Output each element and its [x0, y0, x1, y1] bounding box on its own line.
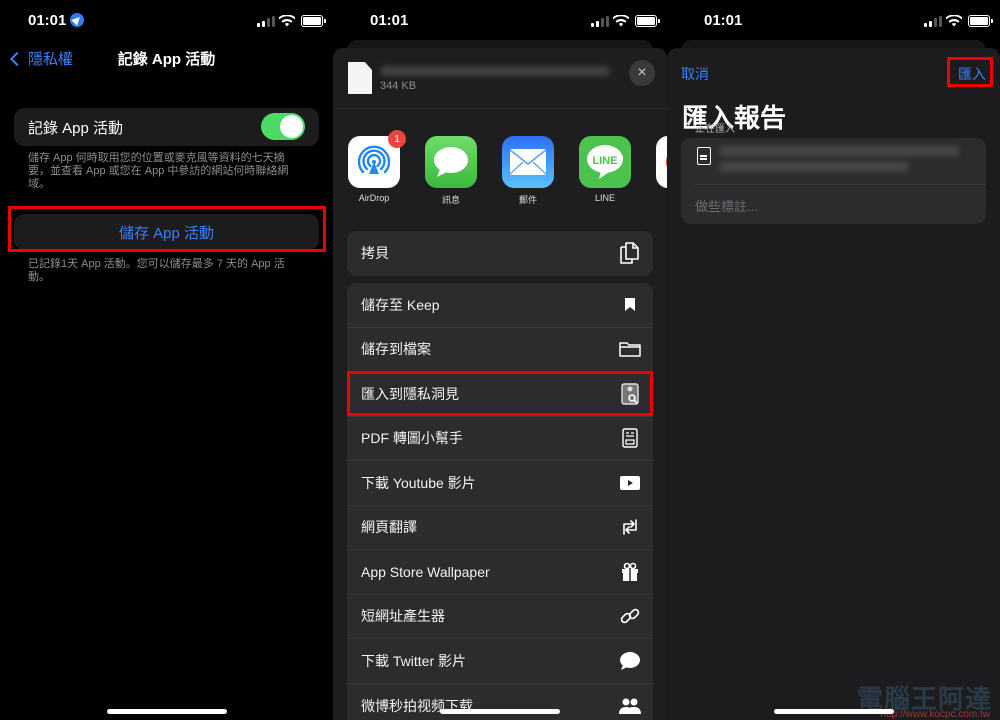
signal-icon: [257, 16, 275, 27]
app-label: 訊息: [441, 195, 460, 205]
app-label: C: [656, 193, 667, 203]
share-app-mail[interactable]: 郵件: [502, 136, 554, 206]
blurred-filename: [380, 66, 610, 76]
close-button[interactable]: ×: [629, 60, 655, 86]
action-label: 下載 Youtube 影片: [361, 474, 476, 491]
document-icon: [697, 147, 711, 165]
home-indicator: [106, 709, 227, 714]
note-field[interactable]: 做些標註...: [695, 196, 758, 215]
action-label: 下載 Twitter 影片: [361, 652, 467, 669]
wifi-icon: [279, 15, 295, 27]
action-label: 匯入到隱私洞見: [361, 385, 459, 402]
action-short-url[interactable]: 短網址產生器: [347, 595, 653, 639]
folder-icon: [619, 338, 641, 360]
line-icon: LINE: [579, 136, 631, 188]
actions-group: 儲存至 Keep 儲存到檔案 匯入到隱私洞見 PDF 轉圖小幫手 下載 Yout…: [347, 283, 653, 720]
bookmark-icon: [619, 294, 641, 316]
action-pdf-to-image[interactable]: PDF 轉圖小幫手: [347, 417, 653, 461]
action-label: App Store Wallpaper: [361, 563, 490, 580]
battery-icon: [301, 15, 326, 27]
privacy-insights-icon: [619, 383, 641, 405]
home-indicator: [440, 709, 560, 714]
line-icon-text: LINE: [592, 155, 617, 167]
status-bar: 01:01: [333, 10, 667, 32]
status-time: 01:01: [28, 12, 85, 29]
action-save-to-keep[interactable]: 儲存至 Keep: [347, 283, 653, 328]
description-text: 儲存 App 何時取用您的位置或麥克風等資料的七天摘要，並查看 App 或您在 …: [28, 152, 289, 190]
action-import-privacy-insights[interactable]: 匯入到隱私洞見: [347, 372, 653, 417]
divider: [333, 108, 667, 109]
battery-icon: [635, 15, 660, 27]
toggle-label: 記錄 App 活動: [28, 119, 124, 137]
status-time: 01:01: [704, 12, 743, 29]
app-label: AirDrop: [358, 193, 390, 203]
watermark-url: http://www.kocpc.com.tw: [880, 709, 990, 720]
chrome-icon: [656, 136, 667, 188]
action-label: 儲存到檔案: [361, 341, 431, 358]
signal-icon: [924, 16, 942, 27]
status-time: 01:01: [370, 12, 409, 29]
section-label: 正在匯入: [695, 124, 735, 135]
airdrop-icon: 1: [348, 130, 406, 188]
action-label: 短網址產生器: [361, 608, 445, 625]
status-bar: 01:01: [667, 10, 1000, 32]
home-indicator: [773, 709, 894, 714]
mail-icon: [502, 136, 554, 188]
action-save-to-files[interactable]: 儲存到檔案: [347, 328, 653, 372]
close-icon: ×: [637, 64, 647, 81]
file-size: 344 KB: [380, 80, 417, 92]
copy-group: 拷貝: [347, 231, 653, 276]
share-app-chrome[interactable]: C: [656, 136, 667, 203]
action-download-youtube[interactable]: 下載 Youtube 影片: [347, 461, 653, 506]
share-app-messages[interactable]: 訊息: [425, 136, 477, 206]
action-web-translate[interactable]: 網頁翻譯: [347, 506, 653, 550]
action-label: 儲存至 Keep: [361, 296, 440, 313]
location-icon: [70, 13, 85, 27]
link-icon: [619, 605, 641, 627]
import-button[interactable]: 匯入: [958, 64, 986, 84]
app-share-row: 1 AirDrop 訊息 郵件 LINE LINE C: [348, 130, 667, 206]
people-icon: [619, 695, 641, 717]
import-file-card: 做些標註...: [681, 138, 986, 224]
wifi-icon: [946, 15, 962, 27]
action-copy[interactable]: 拷貝: [347, 231, 653, 276]
battery-icon: [968, 15, 993, 27]
action-download-twitter[interactable]: 下載 Twitter 影片: [347, 639, 653, 684]
divider: [695, 184, 986, 185]
blurred-filename: [719, 146, 959, 156]
notification-badge: 1: [388, 130, 406, 148]
repeat-icon: [619, 516, 641, 538]
page-title: 記錄 App 活動: [117, 51, 216, 68]
share-app-line[interactable]: LINE LINE: [579, 136, 631, 203]
pdf-image-icon: [619, 427, 641, 449]
blurred-filename: [719, 162, 909, 172]
cancel-button[interactable]: 取消: [681, 64, 709, 84]
speech-bubble-icon: [619, 650, 641, 672]
record-activity-toggle[interactable]: [261, 113, 305, 140]
messages-icon: [425, 136, 477, 188]
action-weibo-download[interactable]: 微博秒拍视频下载: [347, 684, 653, 720]
status-bar: 01:01: [0, 10, 333, 32]
record-activity-row: 記錄 App 活動: [14, 108, 319, 146]
panel-share-sheet: 01:01 344 KB × 1 AirDrop 訊息 郵件 LINE LINE…: [333, 0, 667, 720]
file-icon: [348, 62, 372, 94]
nav-bar: 隱私權 記錄 App 活動: [0, 48, 333, 70]
gift-icon: [619, 561, 641, 583]
panel-import-report: 01:01 取消 匯入 匯入報告 正在匯入 做些標註... 電腦王阿達 http…: [667, 0, 1000, 720]
app-label: LINE: [594, 193, 615, 203]
play-icon: [619, 472, 641, 494]
save-note-text: 已記錄1天 App 活動。您可以儲存最多 7 天的 App 活動。: [28, 258, 285, 283]
copy-icon: [619, 242, 641, 265]
signal-icon: [591, 16, 609, 27]
action-label: 網頁翻譯: [361, 519, 417, 536]
action-label: PDF 轉圖小幫手: [361, 430, 463, 447]
panel-record-app-activity: 01:01 隱私權 記錄 App 活動 記錄 App 活動 儲存 App 何時取…: [0, 0, 333, 720]
wifi-icon: [613, 15, 629, 27]
share-app-airdrop[interactable]: 1 AirDrop: [348, 130, 406, 203]
action-label: 拷貝: [361, 245, 389, 262]
save-app-activity-button[interactable]: 儲存 App 活動: [14, 214, 319, 250]
app-label: 郵件: [518, 195, 537, 205]
action-app-store-wallpaper[interactable]: App Store Wallpaper: [347, 550, 653, 595]
